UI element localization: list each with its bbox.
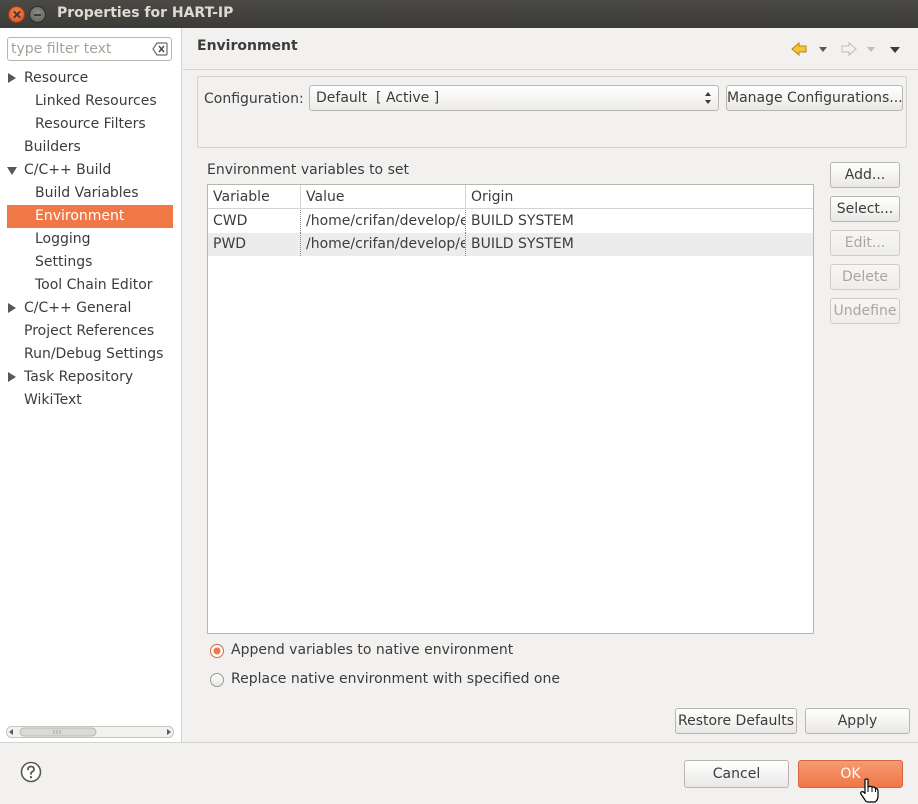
restore-defaults-button[interactable]: Restore Defaults <box>675 708 797 734</box>
append-variables-label[interactable]: Append variables to native environment <box>231 642 513 658</box>
tree-item-run-debug-settings[interactable]: Run/Debug Settings <box>0 343 181 366</box>
horizontal-scrollbar[interactable] <box>6 726 174 738</box>
table-header: Variable Value Origin <box>208 185 813 209</box>
delete-button[interactable]: Delete <box>830 264 900 290</box>
window-title: Properties for HART-IP <box>57 5 234 21</box>
cell-origin: BUILD SYSTEM <box>471 236 574 252</box>
replace-environment-label[interactable]: Replace native environment with specifie… <box>231 671 560 687</box>
replace-environment-radio[interactable] <box>210 673 224 687</box>
tree-item-resource-filters[interactable]: Resource Filters <box>0 113 181 136</box>
manage-configurations-button[interactable]: Manage Configurations... <box>726 85 903 111</box>
collapse-arrow-icon[interactable] <box>7 167 17 175</box>
tree-item-cpp-build[interactable]: C/C++ Build <box>0 159 181 182</box>
hand-cursor-icon <box>860 778 879 803</box>
view-menu-icon[interactable] <box>890 47 900 53</box>
configuration-label: Configuration: <box>204 91 304 107</box>
spinner-arrows-icon <box>705 92 711 104</box>
configuration-select[interactable]: Default [ Active ] <box>309 85 719 111</box>
page-title: Environment <box>197 38 298 54</box>
environment-variables-table: Variable Value Origin CWD /home/crifan/d… <box>207 184 814 634</box>
expand-arrow-icon[interactable] <box>8 73 16 83</box>
cell-variable: PWD <box>208 233 301 256</box>
tree-item-project-references[interactable]: Project References <box>0 320 181 343</box>
tree-item-linked-resources[interactable]: Linked Resources <box>0 90 181 113</box>
cell-value: /home/crifan/develop/e <box>301 233 466 256</box>
undefine-button[interactable]: Undefine <box>830 298 900 324</box>
back-menu-icon[interactable] <box>819 47 827 52</box>
tree-item-task-repository[interactable]: Task Repository <box>0 366 181 389</box>
clear-filter-icon[interactable] <box>152 42 168 56</box>
properties-dialog: Resource Linked Resources Resource Filte… <box>0 28 918 804</box>
expand-arrow-icon[interactable] <box>8 372 16 382</box>
cancel-button[interactable]: Cancel <box>684 760 789 788</box>
edit-button[interactable]: Edit... <box>830 230 900 256</box>
page-history-controls <box>791 41 900 57</box>
tree-item-label: Build Variables <box>35 185 139 201</box>
tree-item-builders[interactable]: Builders <box>0 136 181 159</box>
minimize-window-button[interactable] <box>29 6 46 23</box>
table-row[interactable]: PWD /home/crifan/develop/e BUILD SYSTEM <box>208 233 813 256</box>
cell-origin: BUILD SYSTEM <box>471 213 574 229</box>
tree-item-resource[interactable]: Resource <box>0 67 181 90</box>
select-button[interactable]: Select... <box>830 196 900 222</box>
filter-input[interactable] <box>11 40 146 58</box>
header-divider <box>183 69 918 70</box>
tree-item-label: Project References <box>24 323 155 339</box>
append-variables-radio[interactable] <box>210 644 224 658</box>
tree-item-label: Resource Filters <box>35 116 146 132</box>
tree-item-cpp-general[interactable]: C/C++ General <box>0 297 181 320</box>
tree-item-label: Logging <box>35 231 91 247</box>
tree-item-label: Environment <box>35 208 125 224</box>
ok-button[interactable]: OK <box>798 760 903 788</box>
column-header-value[interactable]: Value <box>301 185 466 209</box>
tree-item-label: Tool Chain Editor <box>35 277 153 293</box>
add-button[interactable]: Add... <box>830 162 900 188</box>
tree-item-tool-chain-editor[interactable]: Tool Chain Editor <box>0 274 181 297</box>
tree-item-environment[interactable]: Environment <box>7 205 173 228</box>
cell-variable: CWD <box>208 210 301 233</box>
tree-item-label: C/C++ Build <box>24 162 112 178</box>
tree-item-label: Builders <box>24 139 81 155</box>
filter-field[interactable] <box>7 37 172 61</box>
tree-item-label: Settings <box>35 254 93 270</box>
forward-icon[interactable] <box>841 41 857 57</box>
tree-item-build-variables[interactable]: Build Variables <box>0 182 181 205</box>
tree-item-label: C/C++ General <box>24 300 132 316</box>
property-tree: Resource Linked Resources Resource Filte… <box>0 67 181 412</box>
configuration-value: Default [ Active ] <box>316 90 440 106</box>
navigation-pane: Resource Linked Resources Resource Filte… <box>0 28 182 742</box>
tree-item-logging[interactable]: Logging <box>0 228 181 251</box>
table-row[interactable]: CWD /home/crifan/develop/e BUILD SYSTEM <box>208 210 813 233</box>
tree-item-wikitext[interactable]: WikiText <box>0 389 181 412</box>
tree-item-label: WikiText <box>24 392 82 408</box>
apply-button[interactable]: Apply <box>805 708 910 734</box>
tree-item-label: Resource <box>24 70 89 86</box>
column-header-origin[interactable]: Origin <box>466 185 813 209</box>
help-icon[interactable] <box>20 761 42 783</box>
tree-item-settings[interactable]: Settings <box>0 251 181 274</box>
footer-divider <box>0 742 918 743</box>
close-window-button[interactable] <box>8 6 25 23</box>
cell-value: /home/crifan/develop/e <box>301 210 466 233</box>
forward-menu-icon[interactable] <box>867 47 875 52</box>
variables-section-label: Environment variables to set <box>207 162 409 178</box>
back-icon[interactable] <box>791 41 807 57</box>
title-bar: Properties for HART-IP <box>0 0 918 28</box>
expand-arrow-icon[interactable] <box>8 303 16 313</box>
tree-item-label: Task Repository <box>24 369 134 385</box>
tree-item-label: Linked Resources <box>35 93 157 109</box>
tree-item-label: Run/Debug Settings <box>24 346 164 362</box>
column-header-variable[interactable]: Variable <box>208 185 301 209</box>
